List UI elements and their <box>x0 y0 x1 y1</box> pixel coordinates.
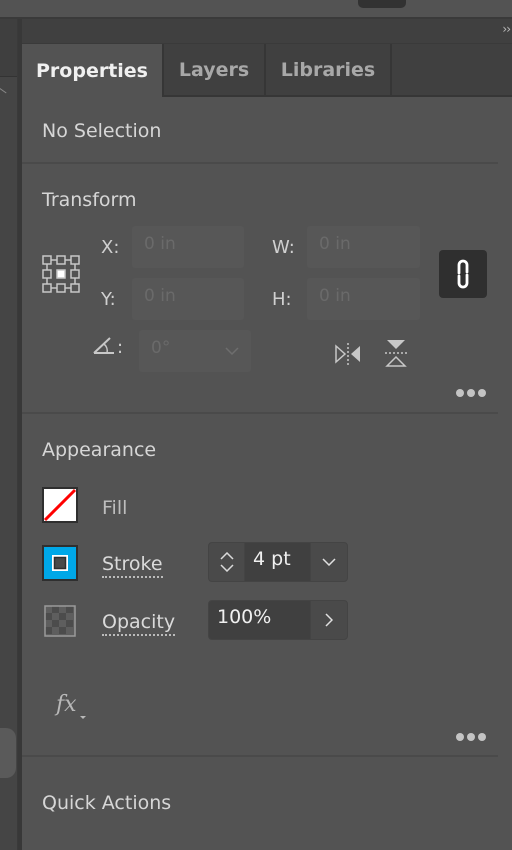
angle-value: 0° <box>151 338 171 358</box>
opacity-label[interactable]: Opacity <box>102 611 176 636</box>
fill-label: Fill <box>102 497 128 519</box>
stroke-weight-dropdown[interactable] <box>311 543 347 581</box>
stroke-weight-stepper[interactable] <box>209 543 245 581</box>
panel-header: ›› <box>22 19 512 44</box>
flip-vertical-icon[interactable] <box>384 339 408 367</box>
w-label: W: <box>272 237 295 258</box>
appearance-title: Appearance <box>42 439 157 461</box>
opacity-swatch <box>44 605 76 637</box>
transform-more-button[interactable] <box>456 389 486 397</box>
tab-properties[interactable]: Properties <box>22 44 164 97</box>
stroke-weight-control: 4 pt <box>208 542 348 582</box>
stroke-weight-input[interactable]: 4 pt <box>245 543 311 581</box>
link-icon <box>457 259 469 289</box>
transform-title: Transform <box>42 189 137 211</box>
y-input[interactable]: 0 in <box>132 278 244 320</box>
rotate-angle-icon <box>93 337 114 354</box>
left-dock <box>0 19 17 850</box>
flip-horizontal-icon[interactable] <box>334 342 362 366</box>
chevron-right-icon <box>325 613 333 627</box>
caret-down-icon <box>80 716 86 719</box>
constrain-proportions-button[interactable] <box>439 250 487 298</box>
fx-effects-button[interactable]: fx <box>56 692 77 717</box>
reference-point-grid-icon[interactable] <box>42 255 80 293</box>
divider <box>22 755 498 757</box>
x-label: X: <box>101 237 120 258</box>
x-input[interactable]: 0 in <box>132 226 244 268</box>
chevron-down-icon <box>225 347 239 355</box>
y-label: Y: <box>101 289 116 310</box>
rotate-angle-select[interactable]: 0° <box>139 330 251 372</box>
chevron-down-icon <box>322 558 336 566</box>
appearance-more-button[interactable] <box>456 733 486 741</box>
divider <box>22 412 498 414</box>
tab-libraries[interactable]: Libraries <box>266 44 392 97</box>
quick-actions-title: Quick Actions <box>42 792 172 814</box>
opacity-input[interactable]: 100% <box>209 601 311 639</box>
left-dock-header <box>0 19 17 77</box>
collapse-panel-button[interactable]: ›› <box>502 22 511 36</box>
h-label: H: <box>272 289 292 310</box>
tab-bar: Properties Layers Libraries <box>22 44 512 97</box>
scroll-handle[interactable] <box>0 728 16 778</box>
fill-swatch[interactable] <box>42 487 78 523</box>
divider <box>22 162 498 164</box>
top-bar <box>0 0 512 19</box>
opacity-slider-button[interactable] <box>311 601 347 639</box>
chevron-up-icon[interactable] <box>219 552 234 560</box>
opacity-control: 100% <box>208 600 348 640</box>
tab-layers[interactable]: Layers <box>164 44 266 97</box>
height-input[interactable]: 0 in <box>307 278 420 320</box>
width-input[interactable]: 0 in <box>307 226 420 268</box>
selection-status: No Selection <box>42 120 162 142</box>
properties-panel: ›› Properties Layers Libraries No Select… <box>22 19 512 850</box>
angle-label: : <box>117 337 124 358</box>
stroke-swatch[interactable] <box>42 545 78 581</box>
chevron-down-icon[interactable] <box>219 564 234 572</box>
top-bar-button[interactable] <box>358 0 406 8</box>
stroke-label[interactable]: Stroke <box>102 553 163 578</box>
